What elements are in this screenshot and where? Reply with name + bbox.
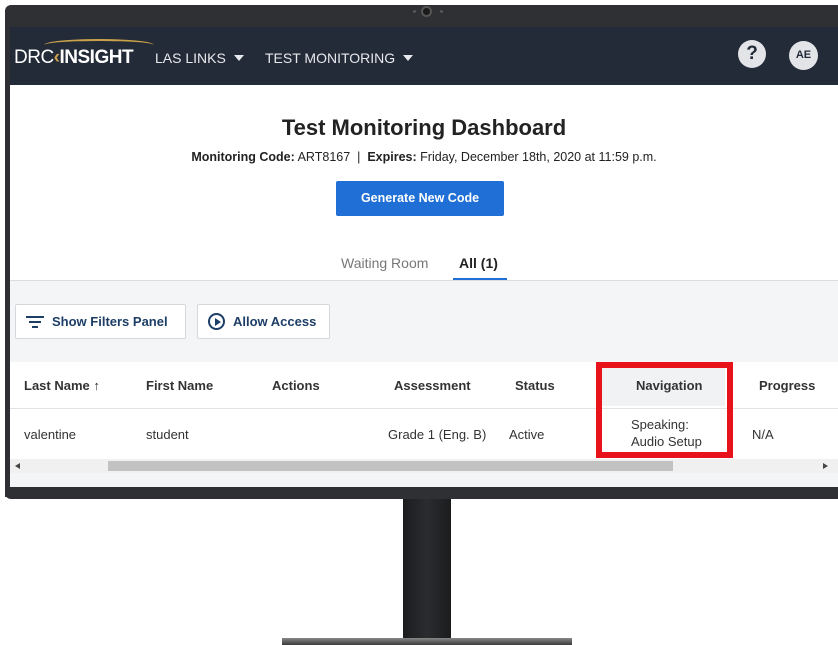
monitor-base	[282, 638, 572, 645]
expires-label: Expires:	[367, 150, 417, 164]
expires-value: Friday, December 18th, 2020 at 11:59 p.m…	[420, 150, 657, 164]
tab-waiting-room[interactable]: Waiting Room	[341, 255, 428, 271]
separator: |	[357, 150, 361, 164]
help-icon[interactable]: ?	[738, 40, 766, 68]
caret-down-icon	[233, 55, 244, 61]
monitoring-code-label: Monitoring Code:	[191, 150, 295, 164]
cell-progress: N/A	[752, 427, 774, 442]
column-header-last-name[interactable]: Last Name ↑	[24, 378, 100, 393]
nav-menu-las-links[interactable]: LAS LINKS	[155, 50, 244, 66]
filter-icon	[26, 315, 44, 328]
nav-menu-label: LAS LINKS	[155, 50, 226, 66]
cell-assessment: Grade 1 (Eng. B)	[388, 427, 487, 442]
nav-menu-label: TEST MONITORING	[265, 50, 396, 66]
tab-all[interactable]: All (1)	[459, 255, 498, 271]
monitor-stand	[403, 499, 451, 645]
column-header-assessment[interactable]: Assessment	[394, 378, 471, 393]
sort-ascending-icon: ↑	[93, 378, 100, 393]
nav-menu-test-monitoring[interactable]: TEST MONITORING	[265, 50, 414, 66]
navigation-highlight-box	[596, 362, 733, 458]
camera-indicator-dot	[413, 10, 416, 13]
camera-indicator-dot	[440, 10, 443, 13]
column-header-first-name[interactable]: First Name	[146, 378, 213, 393]
cell-first-name: student	[146, 427, 189, 442]
scrollbar-thumb[interactable]	[108, 461, 673, 471]
webcam-icon	[421, 6, 432, 17]
page-title: Test Monitoring Dashboard	[281, 115, 567, 140]
monitoring-code-value: ART8167	[297, 150, 351, 164]
play-circle-icon	[208, 313, 225, 330]
allow-access-button[interactable]: Allow Access	[197, 304, 330, 339]
scroll-right-icon[interactable]	[823, 463, 828, 469]
monitor-bezel-bottom	[5, 487, 838, 499]
top-navigation-bar: DRC‹INSIGHT LAS LINKS TEST MONITORING ? …	[10, 27, 838, 85]
column-header-status[interactable]: Status	[515, 378, 555, 393]
allow-access-label: Allow Access	[233, 314, 317, 329]
drc-insight-logo[interactable]: DRC‹INSIGHT	[14, 39, 154, 69]
scroll-left-icon[interactable]	[15, 463, 20, 469]
logo-swoosh	[44, 39, 154, 51]
cell-last-name: valentine	[24, 427, 77, 442]
monitoring-code-line: Monitoring Code: ART8167 | Expires: Frid…	[10, 150, 838, 164]
generate-new-code-button[interactable]: Generate New Code	[336, 181, 504, 216]
column-label: Last Name	[24, 378, 90, 393]
filters-button-label: Show Filters Panel	[52, 314, 168, 329]
caret-down-icon	[403, 55, 414, 61]
column-header-progress[interactable]: Progress	[759, 378, 815, 393]
show-filters-panel-button[interactable]: Show Filters Panel	[15, 304, 186, 339]
cell-status: Active	[509, 427, 545, 442]
user-avatar[interactable]: AE	[789, 41, 818, 70]
column-header-actions: Actions	[272, 378, 320, 393]
horizontal-scrollbar[interactable]	[10, 459, 838, 473]
